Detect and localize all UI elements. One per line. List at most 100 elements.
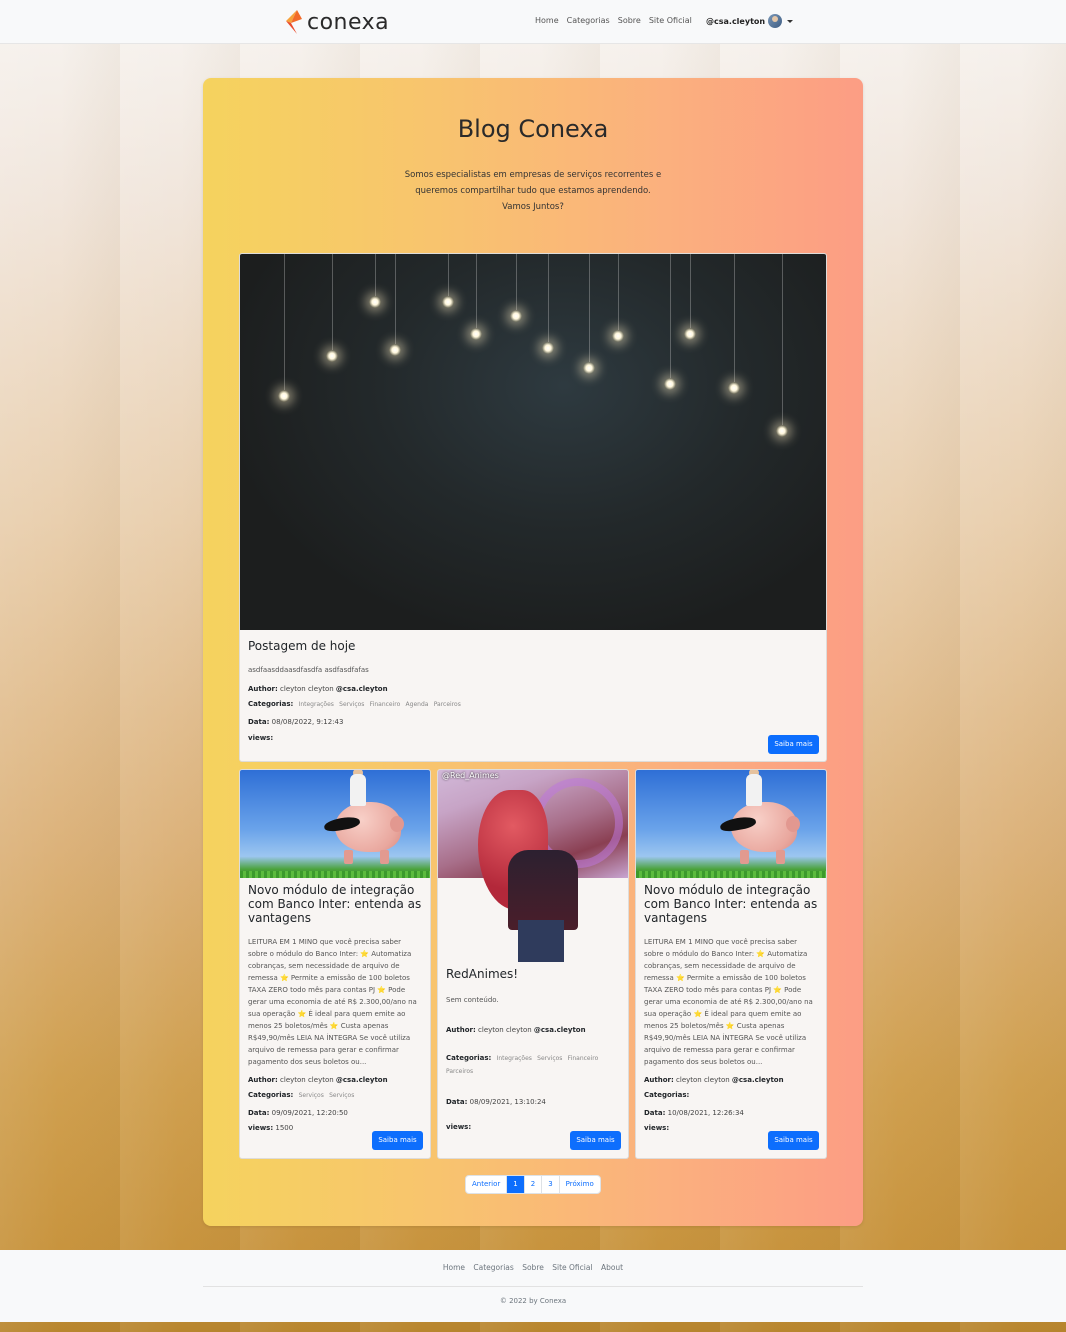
category-tag[interactable]: Agenda <box>406 701 429 708</box>
post-excerpt: LEITURA EM 1 MINO que você precisa saber… <box>644 938 813 1066</box>
featured-post-card: Postagem de hoje asdfaasddaasdfasdfa asd… <box>239 253 827 762</box>
brand-logo[interactable]: conexa <box>282 9 389 35</box>
post-title[interactable]: Novo módulo de integração com Banco Inte… <box>248 883 422 925</box>
post-views: views: <box>248 734 818 742</box>
author-name: cleyton cleyton <box>280 1076 334 1084</box>
pagination-page[interactable]: 2 <box>525 1176 543 1193</box>
category-tag[interactable]: Integrações <box>497 1055 532 1062</box>
nav-links: Home Categorias Sobre Site Oficial <box>535 16 692 25</box>
views-label: views: <box>248 1124 274 1132</box>
pagination-page[interactable]: 1 <box>507 1176 525 1193</box>
author-label: Author: <box>248 1076 278 1084</box>
post-image: @Red_Animes <box>438 770 628 962</box>
post-excerpt: LEITURA EM 1 MINO que você precisa saber… <box>248 938 417 1066</box>
post-author: Author: cleyton cleyton @csa.cleyton <box>248 685 818 693</box>
footer-link-sobre[interactable]: Sobre <box>522 1263 544 1272</box>
category-tag[interactable]: Financeiro <box>370 701 401 708</box>
author-name: cleyton cleyton <box>676 1076 730 1084</box>
post-body: RedAnimes! Sem conteúdo. Author: cleyton… <box>438 967 628 1131</box>
category-tag[interactable]: Serviços <box>329 1092 354 1099</box>
category-tag[interactable]: Parceiros <box>434 701 461 708</box>
user-handle: @csa.cleyton <box>706 16 766 26</box>
user-menu[interactable]: @csa.cleyton <box>706 14 794 28</box>
author-handle[interactable]: @csa.cleyton <box>336 1076 388 1084</box>
nav-link-sobre[interactable]: Sobre <box>618 16 641 25</box>
post-categories: Categorias: Integrações Serviços Finance… <box>248 700 818 708</box>
footer-link-categorias[interactable]: Categorias <box>473 1263 513 1272</box>
footer: Home Categorias Sobre Site Oficial About… <box>0 1250 1066 1322</box>
post-excerpt: Sem conteúdo. <box>446 996 499 1004</box>
description-line: queremos compartilhar tudo que estamos a… <box>415 186 651 196</box>
footer-link-home[interactable]: Home <box>443 1263 465 1272</box>
views-label: views: <box>248 734 274 742</box>
post-excerpt: asdfaasddaasdfasdfa asdfasdfafas <box>248 666 369 674</box>
pagination-prev[interactable]: Anterior <box>466 1176 508 1193</box>
top-navbar: conexa Home Categorias Sobre Site Oficia… <box>0 0 1066 44</box>
views-value: 1500 <box>275 1124 294 1132</box>
footer-divider <box>203 1286 863 1287</box>
date-label: Data: <box>248 1109 270 1117</box>
author-handle[interactable]: @csa.cleyton <box>534 1026 586 1034</box>
post-date: Data: 09/09/2021, 12:20:50 <box>248 1109 422 1117</box>
author-name: cleyton cleyton <box>478 1026 532 1034</box>
views-label: views: <box>644 1124 670 1132</box>
author-label: Author: <box>446 1026 476 1034</box>
post-title[interactable]: RedAnimes! <box>446 967 620 981</box>
description-line: Vamos Juntos? <box>502 202 564 212</box>
date-value: 10/08/2021, 12:26:34 <box>667 1109 744 1117</box>
post-date: Data: 10/08/2021, 12:26:34 <box>644 1109 818 1117</box>
pagination-page[interactable]: 3 <box>542 1176 560 1193</box>
post-card: Novo módulo de integração com Banco Inte… <box>239 769 431 1159</box>
post-author: Author: cleyton cleyton @csa.cleyton <box>248 1076 422 1084</box>
post-categories: Categorias: Integrações Serviços Finance… <box>446 1052 620 1078</box>
nav-link-home[interactable]: Home <box>535 16 559 25</box>
saiba-mais-button[interactable]: Saiba mais <box>768 735 819 754</box>
category-tag[interactable]: Serviços <box>299 1092 324 1099</box>
image-watermark: @Red_Animes <box>442 771 499 780</box>
categories-label: Categorias: <box>446 1054 492 1062</box>
date-label: Data: <box>446 1098 468 1106</box>
post-body: Novo módulo de integração com Banco Inte… <box>240 883 430 1132</box>
featured-post-image <box>240 254 826 630</box>
nav-link-categorias[interactable]: Categorias <box>567 16 610 25</box>
post-body: Novo módulo de integração com Banco Inte… <box>636 883 826 1132</box>
category-tag[interactable]: Integrações <box>299 701 334 708</box>
post-author: Author: cleyton cleyton @csa.cleyton <box>644 1076 818 1084</box>
views-label: views: <box>446 1123 472 1131</box>
post-title[interactable]: Postagem de hoje <box>248 639 818 653</box>
post-date: Data: 08/08/2022, 9:12:43 <box>248 718 818 726</box>
date-value: 08/09/2021, 13:10:24 <box>469 1098 546 1106</box>
footer-link-site-oficial[interactable]: Site Oficial <box>552 1263 592 1272</box>
author-handle[interactable]: @csa.cleyton <box>336 685 388 693</box>
author-label: Author: <box>644 1076 674 1084</box>
post-card: @Red_Animes RedAnimes! Sem conteúdo. Aut… <box>437 769 629 1159</box>
date-value: 08/08/2022, 9:12:43 <box>271 718 344 726</box>
author-name: cleyton cleyton <box>280 685 334 693</box>
avatar <box>768 14 783 28</box>
footer-links: Home Categorias Sobre Site Oficial About <box>0 1263 1066 1272</box>
date-label: Data: <box>248 718 270 726</box>
category-tag[interactable]: Serviços <box>537 1055 562 1062</box>
featured-post-body: Postagem de hoje asdfaasddaasdfasdfa asd… <box>240 639 826 742</box>
saiba-mais-button[interactable]: Saiba mais <box>372 1131 423 1150</box>
post-date: Data: 08/09/2021, 13:10:24 <box>446 1098 620 1106</box>
conexa-logo-icon <box>286 10 302 34</box>
pagination-next[interactable]: Próximo <box>560 1176 600 1193</box>
nav-link-site-oficial[interactable]: Site Oficial <box>649 16 692 25</box>
page-description: Somos especialistas em empresas de servi… <box>393 167 673 215</box>
author-label: Author: <box>248 685 278 693</box>
saiba-mais-button[interactable]: Saiba mais <box>768 1131 819 1150</box>
category-tag[interactable]: Financeiro <box>568 1055 599 1062</box>
saiba-mais-button[interactable]: Saiba mais <box>570 1131 621 1150</box>
post-categories: Categorias: Serviços Serviços <box>248 1091 422 1099</box>
category-tag[interactable]: Parceiros <box>446 1068 473 1075</box>
date-label: Data: <box>644 1109 666 1117</box>
pagination: Anterior 1 2 3 Próximo <box>465 1175 601 1194</box>
categories-label: Categorias: <box>248 700 294 708</box>
post-image <box>240 770 430 878</box>
footer-link-about[interactable]: About <box>601 1263 623 1272</box>
author-handle[interactable]: @csa.cleyton <box>732 1076 784 1084</box>
post-card: Novo módulo de integração com Banco Inte… <box>635 769 827 1159</box>
post-title[interactable]: Novo módulo de integração com Banco Inte… <box>644 883 818 925</box>
category-tag[interactable]: Serviços <box>339 701 364 708</box>
